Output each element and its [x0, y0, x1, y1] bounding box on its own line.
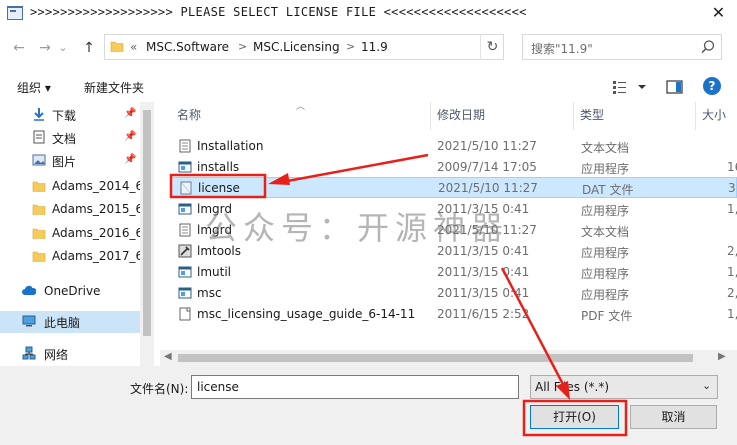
annotation-arrow-license [281, 153, 429, 184]
annotation-arrowhead-open [556, 381, 570, 400]
annotation-highlight-open [522, 399, 628, 437]
annotation-overlay [169, 153, 628, 437]
annotation-arrowhead-license [268, 173, 290, 185]
annotation-arrow-open [500, 267, 568, 391]
annotation-highlight-license [169, 173, 267, 199]
